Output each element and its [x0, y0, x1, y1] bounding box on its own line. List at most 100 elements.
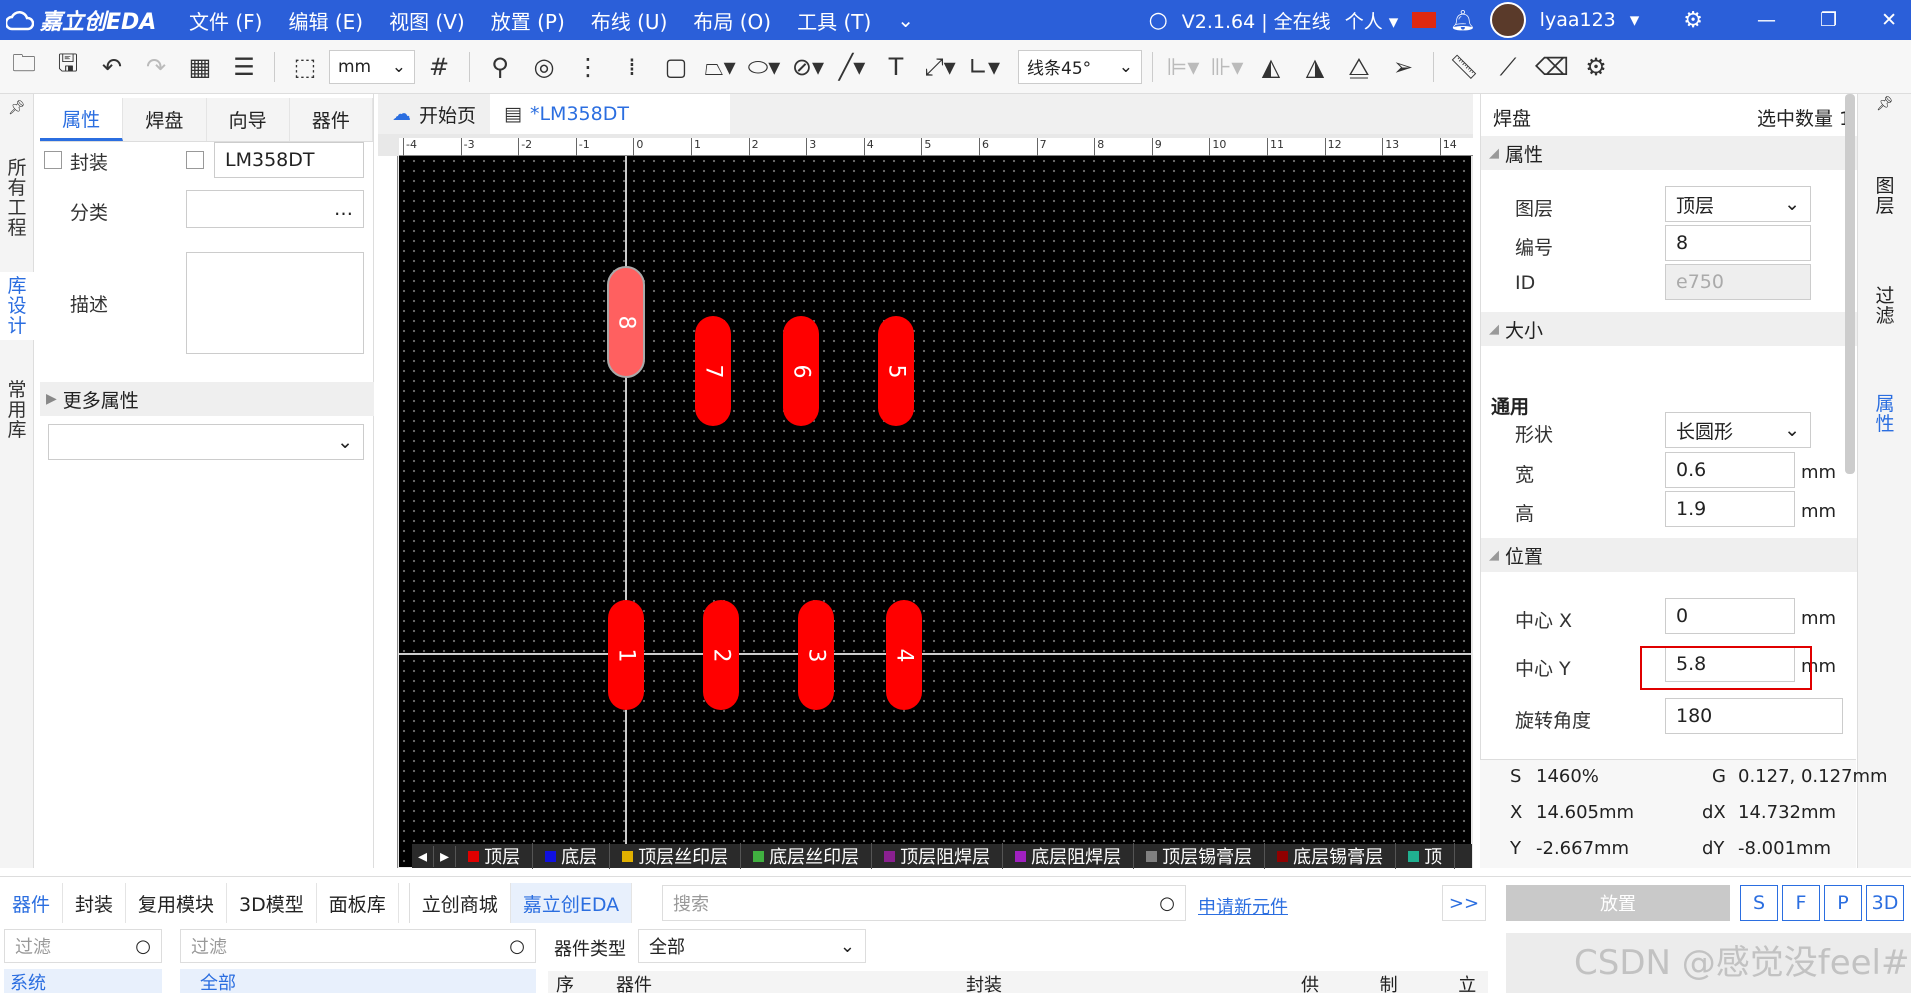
- description-textarea[interactable]: [186, 252, 364, 354]
- pin-panel-icon[interactable]: 📌︎: [1870, 94, 1900, 114]
- layer-item[interactable]: 顶层阻焊层: [872, 843, 1004, 869]
- list-settings-icon[interactable]: ☰: [224, 47, 264, 87]
- layer-item[interactable]: 顶层丝印层: [610, 843, 742, 869]
- redo-icon[interactable]: ↷: [136, 47, 176, 87]
- distribute-icon[interactable]: ⊪▾: [1207, 47, 1247, 87]
- col-index[interactable]: 序: [548, 971, 608, 996]
- pcb-canvas[interactable]: 8 7 6 5 1 2 3 4: [399, 156, 1471, 867]
- mirror-icon[interactable]: ⧋: [1339, 47, 1379, 87]
- col-manufacturer[interactable]: 制: [1372, 971, 1451, 996]
- shape-select[interactable]: 长圆形 ⌄: [1665, 412, 1811, 448]
- tab-common-library[interactable]: 常用库: [0, 376, 34, 444]
- via-array-icon[interactable]: ⁞: [612, 47, 652, 87]
- menu-place[interactable]: 放置 (P): [478, 6, 578, 35]
- user-name[interactable]: lyaa123: [1540, 9, 1616, 31]
- library-search[interactable]: 搜索 ○: [662, 885, 1186, 921]
- f-button[interactable]: F: [1782, 885, 1820, 921]
- 3d-button[interactable]: 3D: [1866, 885, 1904, 921]
- category-input[interactable]: …: [186, 190, 364, 228]
- flip-left-icon[interactable]: ◭: [1251, 47, 1291, 87]
- filter-input-list[interactable]: 过滤 ○: [180, 929, 536, 963]
- tab-3d-models[interactable]: 3D模型: [227, 883, 317, 923]
- expand-button[interactable]: >>: [1442, 885, 1486, 921]
- tab-pads[interactable]: 焊盘: [123, 98, 207, 141]
- tab-footprints[interactable]: 封装: [63, 883, 127, 923]
- line-icon[interactable]: ╱▾: [832, 47, 872, 87]
- open-folder-icon[interactable]: 🗀: [4, 47, 44, 87]
- tab-library-design[interactable]: 库设计: [0, 272, 34, 340]
- tab-wizard[interactable]: 向导: [206, 98, 290, 141]
- layer-scroll-right-icon[interactable]: ▸: [434, 845, 457, 867]
- menu-more-chevron-icon[interactable]: ⌄: [884, 8, 927, 32]
- more-properties-select[interactable]: ⌄: [48, 424, 364, 460]
- footprint-name-checkbox[interactable]: [186, 151, 204, 169]
- tab-attributes[interactable]: 属性: [1870, 394, 1900, 434]
- undo-icon[interactable]: ↶: [92, 47, 132, 87]
- number-input[interactable]: 8: [1665, 225, 1811, 261]
- polygon-icon[interactable]: ⏢▾: [700, 47, 740, 87]
- angle-icon[interactable]: ∟▾: [964, 47, 1004, 87]
- settings-icon[interactable]: ⚙: [1576, 47, 1616, 87]
- tab-jlc-eda[interactable]: 嘉立创EDA: [510, 883, 633, 923]
- tab-start-page[interactable]: ☁ 开始页: [378, 94, 490, 134]
- more-properties-header[interactable]: ▶ 更多属性: [40, 382, 374, 416]
- measure-icon[interactable]: ⟋: [1488, 47, 1528, 87]
- flag-icon[interactable]: [1412, 12, 1437, 28]
- menu-route[interactable]: 布线 (U): [578, 6, 681, 35]
- search-icon[interactable]: ○: [1159, 893, 1175, 914]
- layer-item[interactable]: 顶层锡膏层: [1134, 843, 1266, 869]
- layer-scroll-left-icon[interactable]: ◂: [412, 845, 435, 867]
- select-area-icon[interactable]: ⬚: [285, 47, 325, 87]
- tab-reuse-modules[interactable]: 复用模块: [126, 883, 228, 923]
- col-stock[interactable]: 立: [1450, 971, 1488, 996]
- pad-6[interactable]: 6: [783, 316, 819, 426]
- center-x-input[interactable]: 0: [1665, 598, 1795, 634]
- section-properties[interactable]: ◢ 属性: [1481, 136, 1857, 170]
- tree-item-system[interactable]: 系统: [4, 969, 162, 994]
- tab-all-projects[interactable]: 所有工程: [0, 154, 34, 242]
- list-item-all[interactable]: 全部: [180, 969, 536, 994]
- align-icon[interactable]: ⊫▾: [1163, 47, 1203, 87]
- unit-select[interactable]: mm ⌄: [329, 49, 415, 84]
- text-icon[interactable]: T: [876, 47, 916, 87]
- search-icon[interactable]: ○: [509, 936, 525, 957]
- tab-lcsc-mall[interactable]: 立创商城: [408, 883, 511, 923]
- pad-2[interactable]: 2: [703, 600, 739, 710]
- p-button[interactable]: P: [1824, 885, 1862, 921]
- pad-4[interactable]: 4: [886, 600, 922, 710]
- layer-item[interactable]: 底层: [533, 843, 611, 869]
- col-device[interactable]: 器件: [608, 971, 958, 996]
- grid-components-icon[interactable]: ▦: [180, 47, 220, 87]
- eraser-icon[interactable]: ⌫: [1532, 47, 1572, 87]
- via-column-icon[interactable]: ⋮: [568, 47, 608, 87]
- footprint-checkbox[interactable]: [44, 151, 62, 169]
- send-icon[interactable]: ➢: [1383, 47, 1423, 87]
- menu-file[interactable]: 文件 (F): [176, 6, 275, 35]
- place-button[interactable]: 放置: [1506, 885, 1730, 921]
- dimension-icon[interactable]: ⤢▾: [920, 47, 960, 87]
- tab-filter[interactable]: 过滤: [1870, 286, 1900, 326]
- menu-tools[interactable]: 工具 (T): [784, 6, 884, 35]
- tab-lm358dt[interactable]: ▤ *LM358DT: [490, 94, 731, 134]
- pad-5[interactable]: 5: [878, 316, 914, 426]
- pad-3[interactable]: 3: [798, 600, 834, 710]
- route-mode-select[interactable]: 线条45° ⌄: [1018, 49, 1142, 84]
- grid-icon[interactable]: #: [419, 47, 459, 87]
- pad-7[interactable]: 7: [695, 316, 731, 426]
- menu-edit[interactable]: 编辑 (E): [275, 6, 376, 35]
- layer-item[interactable]: 底层锡膏层: [1265, 843, 1397, 869]
- layer-select[interactable]: 顶层 ⌄: [1665, 186, 1811, 222]
- user-chevron-icon[interactable]: ▾: [1630, 9, 1640, 31]
- col-supplier[interactable]: 供: [1293, 971, 1372, 996]
- pin-icon[interactable]: ⚲: [480, 47, 520, 87]
- close-icon[interactable]: ✕: [1881, 9, 1897, 31]
- section-size[interactable]: ◢ 大小: [1481, 312, 1857, 346]
- ruler-icon[interactable]: 📏︎: [1444, 47, 1484, 87]
- pad-1[interactable]: 1: [608, 600, 644, 710]
- menu-layout[interactable]: 布局 (O): [680, 6, 784, 35]
- gear-icon[interactable]: ⚙: [1683, 8, 1703, 33]
- layer-item[interactable]: 顶层: [456, 843, 534, 869]
- menu-view[interactable]: 视图 (V): [376, 6, 478, 35]
- filter-input-tree[interactable]: 过滤 ○: [4, 929, 162, 963]
- save-icon[interactable]: 🖫: [48, 47, 88, 87]
